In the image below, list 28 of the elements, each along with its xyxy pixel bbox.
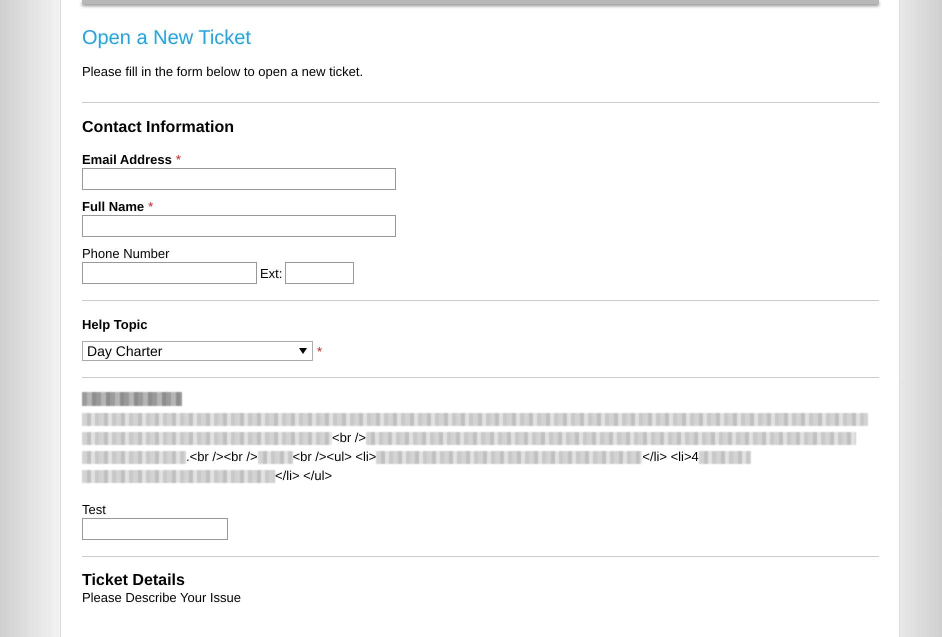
required-mark: * bbox=[176, 152, 181, 167]
caret-icon bbox=[299, 348, 307, 354]
topic-dropdown[interactable]: Day Charter bbox=[82, 341, 313, 361]
section-heading: Ticket Details bbox=[82, 572, 186, 590]
blurred-text bbox=[258, 451, 293, 464]
required-mark: * bbox=[148, 199, 154, 214]
section-subheading: Please Describe Your Issue bbox=[82, 590, 242, 605]
section-heading: Contact Information bbox=[82, 118, 235, 138]
markup-text: </li> <li>4 bbox=[642, 449, 699, 464]
required-mark: * bbox=[317, 344, 322, 358]
field-label: Email Address bbox=[82, 152, 172, 167]
field-label: Full Name bbox=[82, 199, 144, 214]
markup-text: <br /> bbox=[332, 430, 366, 445]
field-label: Test bbox=[82, 502, 107, 517]
page-title: Open a New Ticket bbox=[82, 26, 252, 50]
phone-field[interactable] bbox=[82, 262, 257, 284]
intro-text: Please fill in the form below to open a new ticket. bbox=[82, 64, 364, 80]
blurred-text bbox=[698, 451, 751, 464]
field-label: Phone Number bbox=[82, 246, 170, 261]
ext-label: Ext: bbox=[260, 266, 282, 280]
markup-text: <br /><ul> <li> bbox=[292, 449, 376, 464]
input-field[interactable] bbox=[82, 215, 396, 237]
ext-field[interactable] bbox=[285, 262, 354, 284]
markup-text: </li> </ul> bbox=[275, 468, 332, 483]
field-label: Help Topic bbox=[82, 317, 148, 332]
markup-text: .<br /><br /> bbox=[186, 449, 258, 464]
input-field[interactable] bbox=[82, 518, 228, 540]
input-field[interactable] bbox=[82, 168, 396, 190]
